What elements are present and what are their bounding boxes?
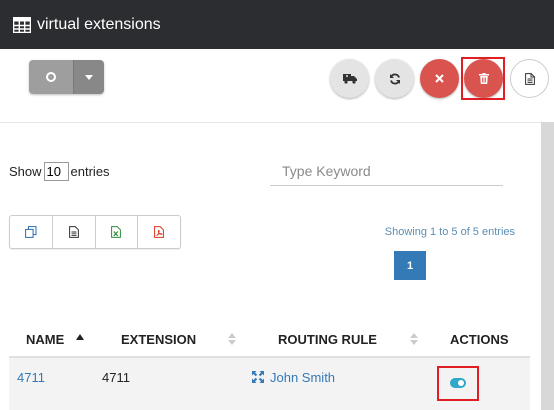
export-button-group	[9, 215, 181, 249]
row-extension: 4711	[102, 370, 130, 385]
table-info: Showing 1 to 5 of 5 entries	[384, 226, 515, 238]
csv-button[interactable]	[53, 216, 96, 248]
expand-arrows-icon	[252, 371, 264, 383]
ambulance-button[interactable]	[330, 59, 369, 98]
entries-label: entries	[70, 164, 110, 179]
copy-button[interactable]	[10, 216, 53, 248]
status-split-button[interactable]	[29, 60, 104, 94]
row-name-link[interactable]: 4711	[17, 370, 45, 385]
close-icon	[435, 74, 444, 83]
title-bar: virtual extensions	[0, 0, 554, 49]
close-button[interactable]	[420, 59, 459, 98]
column-header-actions: ACTIONS	[450, 332, 509, 347]
sort-both-icon	[228, 333, 236, 345]
show-label: Show	[9, 164, 42, 179]
caret-down-icon	[85, 74, 93, 80]
sort-asc-icon	[76, 334, 84, 340]
page-button-1[interactable]: 1	[394, 251, 426, 280]
ambulance-icon	[342, 74, 357, 84]
circle-icon	[46, 72, 56, 82]
refresh-button[interactable]	[375, 59, 414, 98]
page-length-input[interactable]	[43, 162, 69, 181]
table-grid-icon	[13, 16, 31, 33]
document-button[interactable]	[510, 59, 549, 98]
row-routing-rule-link[interactable]: John Smith	[270, 370, 335, 385]
delete-button-highlight	[461, 57, 505, 100]
column-header-name[interactable]: NAME	[26, 332, 64, 347]
copy-icon	[24, 226, 37, 238]
excel-button[interactable]	[96, 216, 139, 248]
search-input[interactable]	[270, 156, 503, 186]
column-header-extension[interactable]: EXTENSION	[121, 332, 196, 347]
page-length-control: Show entries	[9, 162, 110, 181]
excel-icon	[111, 226, 122, 238]
dropdown-toggle[interactable]	[73, 60, 104, 94]
status-button[interactable]	[29, 60, 73, 94]
page-title: virtual extensions	[37, 15, 161, 33]
toolbar-divider	[0, 122, 541, 123]
sort-both-icon	[410, 333, 418, 345]
pdf-button[interactable]	[138, 216, 180, 248]
refresh-icon	[389, 73, 400, 84]
pdf-icon	[154, 226, 165, 238]
vertical-scrollbar[interactable]	[541, 122, 554, 410]
toggle-highlight	[437, 366, 479, 401]
document-icon	[524, 72, 535, 85]
column-header-routing-rule[interactable]: ROUTING RULE	[278, 332, 377, 347]
document-icon	[68, 226, 79, 238]
